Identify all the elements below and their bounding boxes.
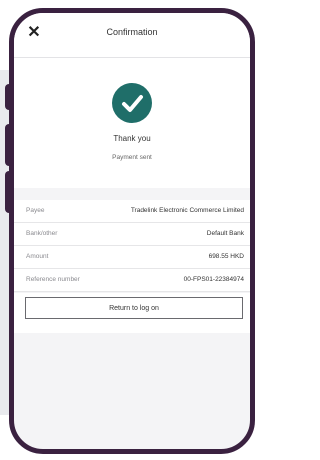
action-area: Return to log on bbox=[14, 293, 250, 333]
detail-label: Bank/other bbox=[26, 230, 58, 237]
close-icon[interactable]: ✕ bbox=[26, 25, 42, 41]
confirmation-screen: ✕ Confirmation Thank you Payment sent Pa… bbox=[14, 13, 250, 449]
payment-status-message: Payment sent bbox=[112, 154, 152, 161]
detail-value: Default Bank bbox=[206, 230, 244, 237]
detail-row-amount: Amount 698.55 HKD bbox=[14, 246, 250, 269]
status-panel: Thank you Payment sent bbox=[14, 58, 250, 188]
phone-frame: ✕ Confirmation Thank you Payment sent Pa… bbox=[9, 8, 255, 454]
detail-row-bank: Bank/other Default Bank bbox=[14, 223, 250, 246]
detail-value: 00-FPS01-22384974 bbox=[183, 276, 244, 283]
checkmark-circle-icon bbox=[112, 83, 152, 123]
payment-details: Payee Tradelink Electronic Commerce Limi… bbox=[14, 200, 250, 292]
page-title: Confirmation bbox=[106, 27, 158, 37]
detail-label: Payee bbox=[26, 207, 45, 214]
thank-you-heading: Thank you bbox=[113, 134, 151, 143]
detail-value: 698.55 HKD bbox=[208, 253, 244, 260]
detail-row-payee: Payee Tradelink Electronic Commerce Limi… bbox=[14, 200, 250, 223]
detail-value: Tradelink Electronic Commerce Limited bbox=[130, 207, 244, 214]
top-bar: ✕ Confirmation bbox=[14, 13, 250, 58]
return-to-log-on-button[interactable]: Return to log on bbox=[25, 297, 243, 319]
detail-label: Amount bbox=[26, 253, 49, 260]
detail-label: Reference number bbox=[26, 276, 80, 283]
detail-row-reference: Reference number 00-FPS01-22384974 bbox=[14, 269, 250, 292]
